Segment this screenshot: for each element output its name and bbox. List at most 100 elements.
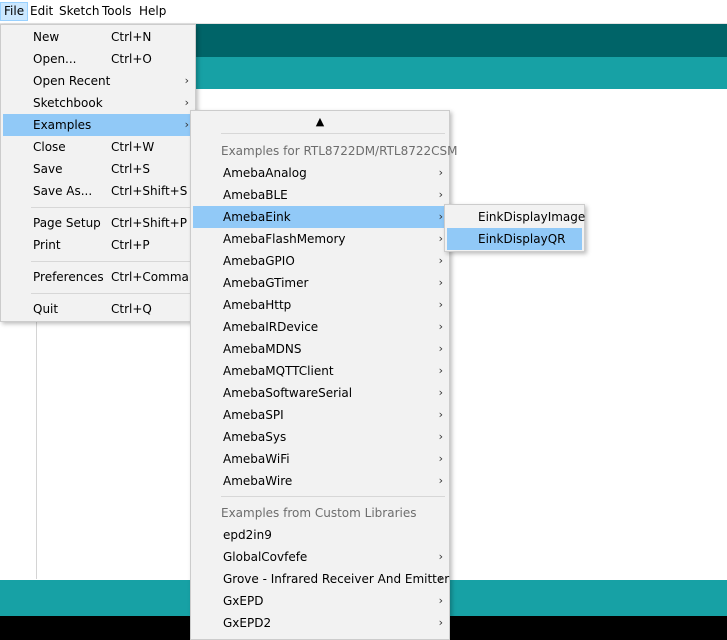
scroll-up-arrow-icon[interactable]: ▲ xyxy=(191,112,449,132)
chevron-right-icon: › xyxy=(438,386,443,399)
chevron-right-icon: › xyxy=(438,364,443,377)
shortcut-label: Ctrl+Shift+S xyxy=(111,184,188,198)
file-menu-save-as[interactable]: Save As... Ctrl+Shift+S xyxy=(3,180,193,202)
example-gxepd2[interactable]: GxEPD2 › xyxy=(193,612,447,634)
file-menu-close[interactable]: Close Ctrl+W xyxy=(3,136,193,158)
menu-item-label: Sketchbook xyxy=(33,96,103,110)
file-menu-preferences[interactable]: Preferences Ctrl+Comma xyxy=(3,266,193,288)
example-ameba-gtimer[interactable]: AmebaGTimer › xyxy=(193,272,447,294)
menu-item-label: AmebaMQTTClient xyxy=(223,364,334,378)
menu-item-label: Close xyxy=(33,140,66,154)
shortcut-label: Ctrl+N xyxy=(111,30,152,44)
menu-item-label: AmebaHttp xyxy=(223,298,292,312)
menu-item-label: New xyxy=(33,30,60,44)
file-menu-open[interactable]: Open... Ctrl+O xyxy=(3,48,193,70)
menu-item-label: AmebaWire xyxy=(223,474,293,488)
menu-item-label: GxEPD2 xyxy=(223,616,272,630)
example-ameba-flash-memory[interactable]: AmebaFlashMemory › xyxy=(193,228,447,250)
menu-item-label: Save xyxy=(33,162,63,176)
chevron-right-icon: › xyxy=(438,616,443,629)
chevron-right-icon: › xyxy=(438,550,443,563)
chevron-right-icon: › xyxy=(438,430,443,443)
shortcut-label: Ctrl+S xyxy=(111,162,151,176)
menu-item-label: AmebaBLE xyxy=(223,188,288,202)
chevron-right-icon: › xyxy=(438,210,443,223)
file-menu-print[interactable]: Print Ctrl+P xyxy=(3,234,193,256)
example-ameba-spi[interactable]: AmebaSPI › xyxy=(193,404,447,426)
chevron-right-icon: › xyxy=(184,96,189,109)
menu-item-label: AmebaFlashMemory xyxy=(223,232,346,246)
menu-item-label: AmebaGTimer xyxy=(223,276,309,290)
menu-item-label: AmebaWiFi xyxy=(223,452,290,466)
menu-separator xyxy=(221,496,445,497)
menu-item-label: AmebaGPIO xyxy=(223,254,295,268)
example-eink-display-image[interactable]: EinkDisplayImage xyxy=(447,206,586,228)
menu-item-label: EinkDisplayImage xyxy=(478,210,586,224)
menu-item-label: AmebaIRDevice xyxy=(223,320,319,334)
menu-item-label: Examples xyxy=(33,118,92,132)
example-ameba-sys[interactable]: AmebaSys › xyxy=(193,426,447,448)
example-ameba-mqtt-client[interactable]: AmebaMQTTClient › xyxy=(193,360,447,382)
menu-item-label: Quit xyxy=(33,302,59,316)
menu-item-label: GxEPD xyxy=(223,594,264,608)
file-menu-save[interactable]: Save Ctrl+S xyxy=(3,158,193,180)
file-menu-page-setup[interactable]: Page Setup Ctrl+Shift+P xyxy=(3,212,193,234)
chevron-right-icon: › xyxy=(184,118,189,131)
example-ameba-analog[interactable]: AmebaAnalog › xyxy=(193,162,447,184)
file-menu-quit[interactable]: Quit Ctrl+Q xyxy=(3,298,193,320)
example-ameba-ir-device[interactable]: AmebaIRDevice › xyxy=(193,316,447,338)
shortcut-label: Ctrl+Q xyxy=(111,302,152,316)
menu-separator xyxy=(31,261,191,262)
menu-item-label: Open... xyxy=(33,52,77,66)
example-ameba-wire[interactable]: AmebaWire › xyxy=(193,470,447,492)
menu-item-label: AmebaSys xyxy=(223,430,287,444)
menubar: File Edit Sketch Tools Help xyxy=(0,0,727,24)
example-grove-ir[interactable]: Grove - Infrared Receiver And Emitter › xyxy=(193,568,449,590)
menu-item-label: Save As... xyxy=(33,184,93,198)
menu-item-label: AmebaSoftwareSerial xyxy=(223,386,353,400)
chevron-right-icon: › xyxy=(184,74,189,87)
menu-separator xyxy=(31,293,191,294)
example-epd2in9[interactable]: epd2in9 xyxy=(193,524,447,546)
shortcut-label: Ctrl+Comma xyxy=(111,270,189,284)
chevron-right-icon: › xyxy=(438,298,443,311)
menu-item-label: Open Recent xyxy=(33,74,111,88)
menu-tools[interactable]: Tools xyxy=(99,2,135,21)
chevron-right-icon: › xyxy=(438,188,443,201)
file-menu-examples[interactable]: Examples › xyxy=(3,114,193,136)
example-ameba-software-serial[interactable]: AmebaSoftwareSerial › xyxy=(193,382,447,404)
chevron-right-icon: › xyxy=(438,452,443,465)
example-ameba-gpio[interactable]: AmebaGPIO › xyxy=(193,250,447,272)
chevron-right-icon: › xyxy=(438,232,443,245)
examples-submenu: ▲ Examples for RTL8722DM/RTL8722CSM Ameb… xyxy=(190,110,457,640)
chevron-right-icon: › xyxy=(438,320,443,333)
menu-file[interactable]: File xyxy=(0,2,29,21)
shortcut-label: Ctrl+W xyxy=(111,140,155,154)
example-global-covfefe[interactable]: GlobalCovfefe › xyxy=(193,546,447,568)
menu-sketch[interactable]: Sketch xyxy=(56,2,102,21)
file-menu: New Ctrl+N Open... Ctrl+O Open Recent › … xyxy=(0,24,196,322)
menu-item-label: EinkDisplayQR xyxy=(478,232,566,246)
menu-item-label: GlobalCovfefe xyxy=(223,550,308,564)
menu-item-label: Page Setup xyxy=(33,216,101,230)
file-menu-sketchbook[interactable]: Sketchbook › xyxy=(3,92,193,114)
example-ameba-ble[interactable]: AmebaBLE › xyxy=(193,184,447,206)
example-gxepd[interactable]: GxEPD › xyxy=(193,590,447,612)
menu-item-label: AmebaSPI xyxy=(223,408,284,422)
example-eink-display-qr[interactable]: EinkDisplayQR xyxy=(447,228,582,250)
chevron-right-icon: › xyxy=(438,572,443,585)
menu-edit[interactable]: Edit xyxy=(27,2,56,21)
example-ameba-mdns[interactable]: AmebaMDNS › xyxy=(193,338,447,360)
menu-separator xyxy=(31,207,191,208)
menu-help[interactable]: Help xyxy=(136,2,169,21)
chevron-right-icon: › xyxy=(438,594,443,607)
chevron-right-icon: › xyxy=(438,166,443,179)
examples-custom-header: Examples from Custom Libraries xyxy=(221,506,417,520)
example-ameba-http[interactable]: AmebaHttp › xyxy=(193,294,447,316)
example-ameba-wifi[interactable]: AmebaWiFi › xyxy=(193,448,447,470)
example-ameba-eink[interactable]: AmebaEink › xyxy=(193,206,447,228)
menu-item-label: Print xyxy=(33,238,61,252)
file-menu-open-recent[interactable]: Open Recent › xyxy=(3,70,193,92)
file-menu-new[interactable]: New Ctrl+N xyxy=(3,26,193,48)
chevron-right-icon: › xyxy=(438,342,443,355)
